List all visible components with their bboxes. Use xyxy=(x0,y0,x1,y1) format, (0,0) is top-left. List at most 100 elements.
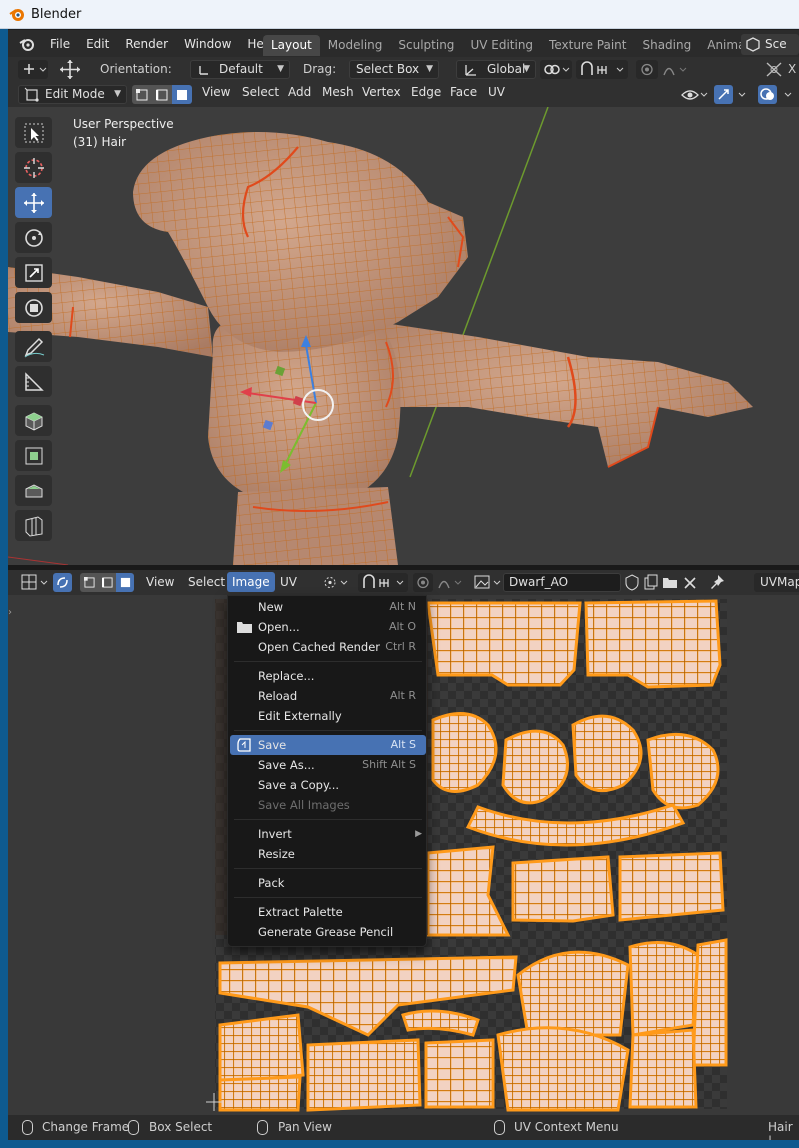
select-box-tool[interactable] xyxy=(15,117,52,148)
uv-menu-uv[interactable]: UV xyxy=(280,575,297,589)
menu-item-open[interactable]: Open... Alt O xyxy=(230,617,426,637)
menu-render[interactable]: Render xyxy=(117,33,176,55)
menu-item-replace[interactable]: Replace... xyxy=(230,666,426,686)
scale-tool[interactable] xyxy=(15,257,52,288)
menu-edit[interactable]: Edit xyxy=(78,33,117,55)
options-icon[interactable] xyxy=(764,60,784,79)
menu-item-generate-grease-pencil[interactable]: Generate Grease Pencil xyxy=(230,922,426,942)
menu-item-reload[interactable]: Reload Alt R xyxy=(230,686,426,706)
rotate-icon xyxy=(24,228,43,247)
tab-texture-paint[interactable]: Texture Paint xyxy=(541,35,634,56)
vertex-select-button[interactable] xyxy=(132,85,152,104)
gizmo-toggle-icon[interactable] xyxy=(714,85,750,104)
transform-tool[interactable] xyxy=(15,292,52,323)
add-cube-tool[interactable] xyxy=(15,405,52,436)
edge-select-button[interactable] xyxy=(152,85,172,104)
tool-settings-header: Orientation: Default ▼ Drag: Select Box ▼ … xyxy=(8,57,799,82)
workspace-tabs: Layout Modeling Sculpting UV Editing Tex… xyxy=(263,35,776,56)
transform-orientation-dropdown[interactable]: Global ▼ xyxy=(456,60,536,79)
orientation-dropdown[interactable]: Default ▼ xyxy=(190,60,290,79)
status-box-select: Box Select xyxy=(149,1120,213,1134)
menu-item-open-cached-render[interactable]: Open Cached Render Ctrl R xyxy=(230,637,426,657)
menu-item-edit-externally[interactable]: Edit Externally xyxy=(230,706,426,726)
tab-shading[interactable]: Shading xyxy=(634,35,699,56)
cursor-select-icon xyxy=(24,123,43,142)
menu-item-invert[interactable]: Invert ▶ xyxy=(230,824,426,844)
snap-icon[interactable] xyxy=(576,60,628,79)
vp-menu-uv[interactable]: UV xyxy=(488,85,505,99)
duplicate-image-icon[interactable] xyxy=(642,573,660,592)
mode-dropdown[interactable]: Edit Mode ▼ xyxy=(18,85,127,104)
menu-item-save-all-images[interactable]: Save All Images xyxy=(230,795,426,815)
uv-menu-view[interactable]: View xyxy=(146,575,174,589)
unlink-image-icon[interactable] xyxy=(681,573,699,592)
blender-menu-icon[interactable] xyxy=(18,35,36,53)
inset-tool[interactable] xyxy=(15,475,52,506)
scale-icon xyxy=(24,263,43,282)
visibility-icon[interactable] xyxy=(680,86,708,104)
folder-icon xyxy=(237,622,252,633)
orientation-label: Orientation: xyxy=(100,62,172,76)
menu-item-pack[interactable]: Pack xyxy=(230,873,426,893)
editor-type-icon[interactable] xyxy=(20,573,50,592)
vp-menu-edge[interactable]: Edge xyxy=(411,85,441,99)
uv-vertex-button[interactable] xyxy=(80,573,98,592)
move-tool[interactable] xyxy=(15,187,52,218)
open-folder-icon[interactable] xyxy=(661,573,679,592)
drag-dropdown[interactable]: Select Box ▼ xyxy=(349,60,439,79)
uv-edge-icon xyxy=(101,577,113,588)
menu-file[interactable]: File xyxy=(42,33,78,55)
rotate-tool[interactable] xyxy=(15,222,52,253)
cursor-tool[interactable] xyxy=(15,152,52,183)
vp-menu-select[interactable]: Select xyxy=(242,85,279,99)
annotate-tool[interactable] xyxy=(15,331,52,362)
tab-layout[interactable]: Layout xyxy=(263,35,320,56)
menu-item-resize[interactable]: Resize xyxy=(230,844,426,864)
transform-icon xyxy=(24,298,43,317)
toolbar xyxy=(15,117,55,545)
uv-menu-select[interactable]: Select xyxy=(188,575,225,589)
face-select-button[interactable] xyxy=(172,85,192,104)
menu-item-extract-palette[interactable]: Extract Palette xyxy=(230,902,426,922)
uv-proportional-icon[interactable] xyxy=(413,573,465,592)
uvmap-selector[interactable]: UVMap xyxy=(754,573,799,592)
close-x[interactable]: X xyxy=(788,62,796,76)
pin-icon[interactable] xyxy=(708,573,726,592)
uv-face-button[interactable] xyxy=(116,573,134,592)
menu-item-save[interactable]: Save Alt S xyxy=(230,735,426,755)
3d-viewport[interactable]: User Perspective (31) Hair xyxy=(8,107,799,565)
image-browse-icon[interactable] xyxy=(473,573,503,592)
vp-menu-face[interactable]: Face xyxy=(450,85,477,99)
uv-snap-icon[interactable] xyxy=(358,573,408,592)
scene-selector[interactable]: Sce xyxy=(741,34,799,55)
uv-sync-button[interactable] xyxy=(53,573,72,592)
chevron-down-icon: ▼ xyxy=(523,64,530,74)
3d-cursor-icon xyxy=(23,157,44,178)
vp-menu-add[interactable]: Add xyxy=(288,85,311,99)
menu-item-save-as[interactable]: Save As... Shift Alt S xyxy=(230,755,426,775)
fake-user-icon[interactable] xyxy=(623,573,641,592)
vp-menu-view[interactable]: View xyxy=(202,85,230,99)
transform-pivot-icon[interactable] xyxy=(18,60,48,79)
proportional-edit-icon[interactable] xyxy=(636,60,690,79)
uv-edge-button[interactable] xyxy=(98,573,116,592)
tab-sculpting[interactable]: Sculpting xyxy=(390,35,462,56)
link-icon[interactable] xyxy=(540,60,572,79)
measure-tool[interactable] xyxy=(15,366,52,397)
vp-menu-vertex[interactable]: Vertex xyxy=(362,85,401,99)
loop-cut-tool[interactable] xyxy=(15,510,52,541)
vp-menu-mesh[interactable]: Mesh xyxy=(322,85,354,99)
menu-item-save-a-copy[interactable]: Save a Copy... xyxy=(230,775,426,795)
image-name-field[interactable]: Dwarf_AO xyxy=(503,573,621,592)
tab-modeling[interactable]: Modeling xyxy=(320,35,391,56)
menu-item-new[interactable]: New Alt N xyxy=(230,597,426,617)
tab-uv-editing[interactable]: UV Editing xyxy=(462,35,541,56)
extrude-tool[interactable] xyxy=(15,440,52,471)
uv-menu-image[interactable]: Image xyxy=(227,572,275,592)
orientation-icon xyxy=(199,66,208,75)
menu-window[interactable]: Window xyxy=(176,33,239,55)
move-icon[interactable] xyxy=(58,59,82,80)
overlays-icon[interactable] xyxy=(758,85,798,104)
pivot-icon[interactable] xyxy=(321,573,351,592)
orientation-value: Default xyxy=(219,62,263,76)
